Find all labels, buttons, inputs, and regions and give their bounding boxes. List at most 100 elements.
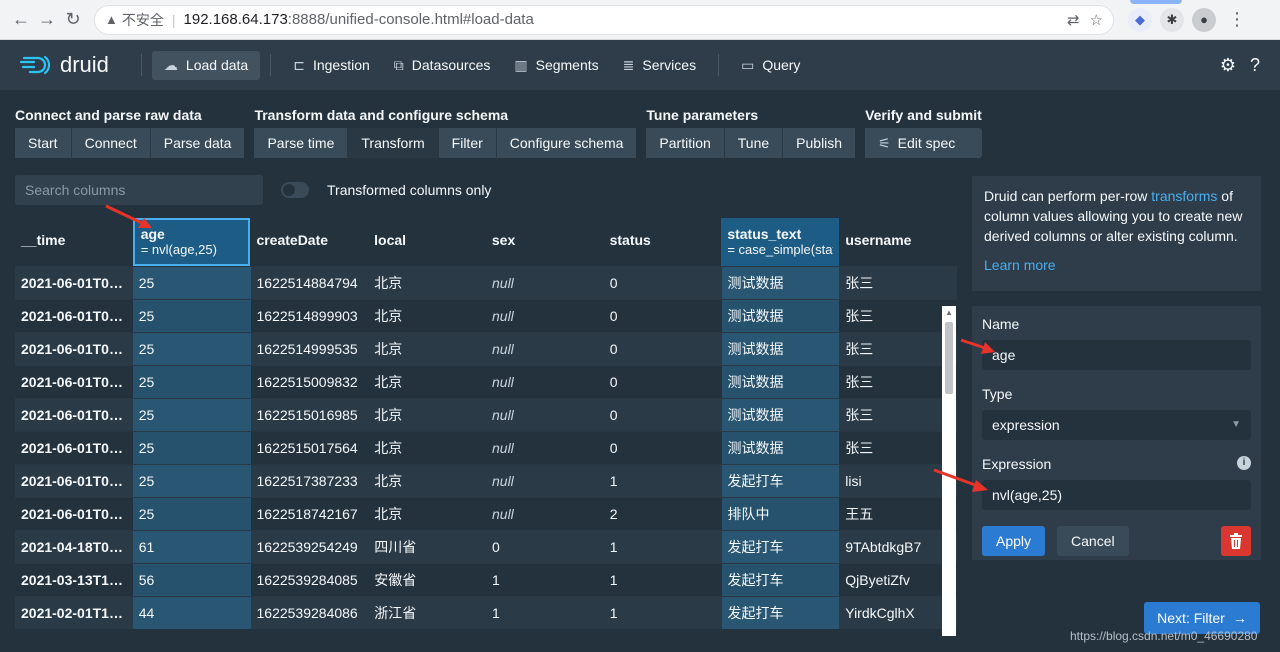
column-header-time[interactable]: __time	[15, 218, 133, 266]
step-transform[interactable]: Transform	[348, 128, 439, 158]
reload-icon[interactable]: ↻	[60, 7, 86, 33]
browser-menu-icon[interactable]: ⋮	[1224, 7, 1250, 33]
column-header-local[interactable]: local	[368, 218, 486, 266]
column-header-createdate[interactable]: createDate	[250, 218, 368, 266]
table-header: __time age = nvl(age,25) createDate loca…	[15, 218, 957, 266]
table-cell-sex: 1	[492, 572, 500, 588]
table-cell-username: 张三	[845, 440, 874, 456]
table-cell-createDate: 1622517387233	[256, 473, 358, 489]
bookmark-star-icon[interactable]: ☆	[1090, 11, 1103, 29]
cancel-button[interactable]: Cancel	[1057, 526, 1129, 556]
table-row: 2021-06-01T02:... 25 1622515016985 北京 null 0 测…	[15, 398, 957, 431]
scroll-up-arrow-icon[interactable]: ▲	[942, 306, 956, 320]
apply-button[interactable]: Apply	[982, 526, 1046, 556]
table-cell-status: 1	[609, 605, 618, 621]
table-cell-time: 2021-06-01T02:...	[21, 341, 133, 357]
table-cell-local: 北京	[374, 506, 403, 522]
nav-services[interactable]: ≣ Services	[611, 51, 708, 80]
nav-datasources[interactable]: ⧉ Datasources	[382, 51, 503, 80]
load-data-workflow: Connect and parse raw data Start Connect…	[15, 102, 982, 158]
table-cell-status: 0	[609, 308, 618, 324]
table-cell-age: 25	[132, 498, 251, 530]
druid-console: druid ☁ Load data ⊏ Ingestion ⧉ Datasour…	[0, 40, 1280, 652]
table-cell-local: 北京	[374, 275, 403, 291]
learn-more-link[interactable]: Learn more	[984, 257, 1056, 273]
column-header-status-text[interactable]: status_text = case_simple(stat	[721, 218, 840, 266]
settings-gear-icon[interactable]: ⚙	[1220, 55, 1236, 76]
step-start[interactable]: Start	[15, 128, 72, 158]
column-header-status[interactable]: status	[604, 218, 722, 266]
step-filter[interactable]: Filter	[438, 128, 497, 158]
table-cell-time: 2021-04-18T00:...	[21, 539, 133, 555]
table-cell-sex: 1	[492, 605, 500, 621]
table-cell-age: 25	[132, 267, 251, 299]
step-connect[interactable]: Connect	[71, 128, 151, 158]
table-cell-username: 王五	[845, 506, 874, 522]
top-navbar: druid ☁ Load data ⊏ Ingestion ⧉ Datasour…	[0, 40, 1280, 90]
table-cell-age: 44	[132, 597, 251, 629]
nav-segments[interactable]: ▥ Segments	[502, 51, 610, 80]
column-header-username[interactable]: username	[839, 218, 957, 266]
scrollbar-thumb[interactable]	[945, 322, 953, 394]
table-cell-createDate: 1622514999535	[256, 341, 358, 357]
table-cell-age: 25	[132, 399, 251, 431]
table-cell-time: 2021-06-01T02:...	[21, 374, 133, 390]
table-body: 2021-06-01T02:... 25 1622514884794 北京 null 0 测…	[15, 266, 957, 629]
search-columns-input[interactable]	[15, 175, 263, 205]
step-parse-data[interactable]: Parse data	[150, 128, 245, 158]
step-publish[interactable]: Publish	[783, 128, 856, 158]
table-cell-sex: null	[492, 308, 514, 324]
extension-cube-icon[interactable]: ◆	[1128, 7, 1152, 32]
profile-avatar-icon[interactable]: ●	[1192, 7, 1216, 32]
table-cell-age: 25	[132, 366, 251, 398]
table-cell-age: 25	[132, 465, 251, 497]
nav-ingestion[interactable]: ⊏ Ingestion	[281, 51, 382, 80]
name-input[interactable]: age	[982, 340, 1251, 370]
transform-info-callout: Druid can perform per-row transforms of …	[972, 176, 1261, 291]
druid-logo[interactable]: druid	[20, 52, 109, 78]
table-cell-status-text: 测试数据	[721, 399, 840, 431]
browser-toolbar: ← → ↻ ▲ 不安全 | 192.168.64.173 :8888/unifi…	[0, 0, 1280, 40]
nav-query[interactable]: ▭ Query	[729, 51, 812, 80]
table-cell-username: 张三	[845, 275, 874, 291]
table-cell-sex: null	[492, 374, 514, 390]
toggle-label: Transformed columns only	[327, 182, 492, 198]
table-cell-status-text: 发起打车	[721, 564, 840, 596]
transformed-only-toggle[interactable]	[281, 182, 309, 198]
address-bar[interactable]: ▲ 不安全 | 192.168.64.173 :8888/unified-con…	[94, 4, 1114, 35]
table-cell-createDate: 1622514899903	[256, 308, 358, 324]
transforms-link[interactable]: transforms	[1151, 188, 1217, 204]
table-cell-status-text: 测试数据	[721, 432, 840, 464]
table-cell-username: YirdkCglhX	[845, 605, 915, 621]
type-label: Type	[982, 386, 1013, 402]
table-cell-createDate: 1622539284086	[256, 605, 358, 621]
column-header-age[interactable]: age = nvl(age,25)	[132, 218, 251, 266]
table-scrollbar[interactable]: ▲ ▼	[942, 306, 956, 636]
translate-icon[interactable]: ⇄	[1067, 11, 1080, 29]
table-row: 2021-06-01T02:... 25 1622514884794 北京 null 0 测…	[15, 266, 957, 299]
type-select[interactable]: expression ▼	[982, 410, 1251, 440]
info-icon[interactable]: i	[1237, 456, 1251, 470]
step-configure-schema[interactable]: Configure schema	[496, 128, 637, 158]
forward-icon[interactable]: →	[34, 7, 60, 33]
column-header-sex[interactable]: sex	[486, 218, 604, 266]
workflow-group-verify: Verify and submit ⚟ Edit spec	[865, 102, 982, 158]
step-parse-time[interactable]: Parse time	[254, 128, 349, 158]
table-cell-status-text: 发起打车	[721, 531, 840, 563]
back-icon[interactable]: ←	[8, 7, 34, 33]
nav-load-data[interactable]: ☁ Load data	[151, 50, 261, 80]
table-cell-createDate: 1622539284085	[256, 572, 358, 588]
expression-input[interactable]: nvl(age,25)	[982, 480, 1251, 510]
arrow-right-icon: →	[1232, 610, 1247, 626]
brand-name: druid	[60, 52, 109, 77]
extensions-puzzle-icon[interactable]: ✱	[1160, 7, 1184, 32]
step-edit-spec[interactable]: ⚟ Edit spec	[865, 128, 969, 158]
help-icon[interactable]: ?	[1250, 55, 1260, 76]
table-cell-username: 9TAbtdkgB7	[845, 539, 922, 555]
table-cell-username: lisi	[845, 473, 862, 489]
table-cell-age: 61	[132, 531, 251, 563]
sample-data-table: __time age = nvl(age,25) createDate loca…	[15, 218, 957, 636]
step-tune[interactable]: Tune	[724, 128, 784, 158]
step-partition[interactable]: Partition	[646, 128, 725, 158]
delete-button[interactable]	[1221, 526, 1251, 556]
